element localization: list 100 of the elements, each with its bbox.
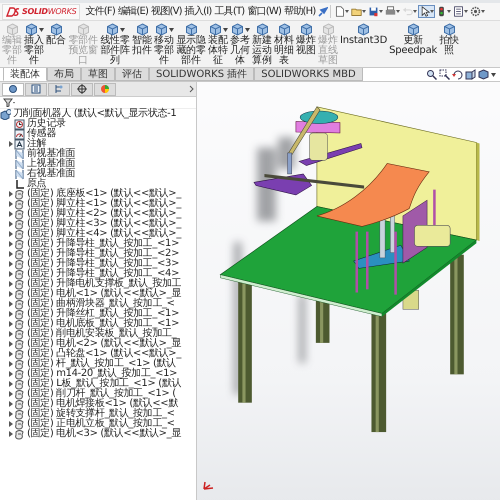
- expand-arrow-icon[interactable]: [8, 401, 12, 407]
- toolbar-button[interactable]: 显示隐藏的零部件: [176, 23, 206, 66]
- tree-item[interactable]: (固定) 脚立柱<4> (默认<<默认>_: [27, 229, 181, 239]
- tree-item[interactable]: (固定) 升降丝杠_默认_按加工_<1>: [27, 309, 180, 319]
- tree-item[interactable]: (固定) 电机<2> (默认<<默认>_显: [27, 339, 181, 349]
- expand-arrow-icon[interactable]: [8, 251, 12, 257]
- menu-item[interactable]: 工具(T): [213, 6, 246, 18]
- tree-item[interactable]: 传感器: [27, 129, 56, 139]
- tree-item[interactable]: (固定) 升降导柱_默认_按加工_<2>: [27, 249, 180, 259]
- menu-item[interactable]: 文件(F): [84, 6, 116, 18]
- toolbar-button[interactable]: 更新 Speedpak: [389, 23, 438, 56]
- new-document-button[interactable]: [333, 5, 350, 18]
- toolbar-button[interactable]: 材料明细表: [274, 23, 294, 66]
- toolbar-button[interactable]: 移动零部件: [154, 23, 174, 66]
- expand-arrow-icon[interactable]: [8, 221, 12, 227]
- expand-arrow-icon[interactable]: [8, 201, 12, 207]
- tree-item[interactable]: (固定) 曲柄滑块器_默认_按加工_<: [27, 299, 175, 309]
- tree-item[interactable]: (固定) 电机<3> (默认<<默认>_显: [27, 429, 181, 439]
- tree-item[interactable]: (固定) 电机<1> (默认<<默认>_显: [27, 289, 181, 299]
- tree-item[interactable]: (固定) 削刀杆_默认_按加工_<1> (: [27, 389, 176, 399]
- toolbar-button[interactable]: 装配体特征: [208, 23, 228, 66]
- expand-arrow-icon[interactable]: [8, 371, 12, 377]
- caret-icon[interactable]: [491, 72, 496, 76]
- expand-arrow-icon[interactable]: [8, 261, 12, 267]
- previous-view-icon[interactable]: [452, 69, 463, 80]
- tab[interactable]: 评估: [115, 68, 149, 81]
- expand-arrow-icon[interactable]: [8, 301, 12, 307]
- tree-item[interactable]: (固定) 底座板<1> (默认<<默认>_: [27, 189, 181, 199]
- pin-icon[interactable]: [316, 6, 328, 18]
- chevron-icon[interactable]: [188, 84, 196, 94]
- tree-item[interactable]: 上视基准面: [27, 159, 76, 169]
- toolbar-button[interactable]: 爆炸视图: [296, 23, 316, 56]
- expand-arrow-icon[interactable]: [8, 421, 12, 427]
- expand-arrow-icon[interactable]: [8, 341, 12, 347]
- tree-item[interactable]: (固定) 正电机立板_默认_按加工_<: [27, 419, 175, 429]
- tab[interactable]: SOLIDWORKS MBD: [254, 68, 363, 81]
- menu-item[interactable]: 视图(V): [150, 6, 183, 18]
- tree-item[interactable]: (固定) 凸轮盘<1> (默认<<默认>_: [27, 349, 181, 359]
- menu-item[interactable]: 帮助(H): [283, 6, 316, 18]
- expand-arrow-icon[interactable]: [8, 411, 12, 417]
- menu-item[interactable]: 插入(I): [184, 6, 212, 18]
- tab[interactable]: 草图: [81, 68, 115, 81]
- tree-item[interactable]: (固定) 升降导柱_默认_按加工_<1>: [27, 239, 180, 249]
- expand-arrow-icon[interactable]: [8, 291, 12, 297]
- tree-item[interactable]: (固定) 削电机安装板_默认_按加工_: [27, 329, 176, 339]
- expand-arrow-icon[interactable]: [8, 211, 12, 217]
- menu-item[interactable]: 编辑(E): [116, 6, 150, 18]
- toolbar-button[interactable]: 参考几何体: [230, 23, 250, 66]
- toolbar-button[interactable]: Instant3D: [340, 23, 388, 46]
- caret-icon[interactable]: [430, 10, 434, 13]
- zoom-area-icon[interactable]: [439, 69, 450, 80]
- caret-icon[interactable]: [222, 28, 228, 32]
- toolbar-button[interactable]: 拍快照: [439, 23, 460, 56]
- caret-icon[interactable]: [362, 10, 366, 13]
- tree-item[interactable]: 刀削面机器人 (默认<默认_显示状态-1: [13, 109, 176, 119]
- expand-arrow-icon[interactable]: [8, 321, 12, 327]
- tree-item[interactable]: (固定) 脚立柱<3> (默认<<默认>_: [27, 219, 181, 229]
- expand-arrow-icon[interactable]: [8, 191, 12, 197]
- toolbar-button[interactable]: 配合: [46, 23, 66, 46]
- toolbar-button[interactable]: 新建运动算例: [252, 23, 272, 66]
- expand-arrow-icon[interactable]: [8, 241, 12, 247]
- tree-item[interactable]: (固定) 升降导柱_默认_按加工_<3>: [27, 259, 180, 269]
- caret-icon[interactable]: [38, 28, 44, 32]
- expand-arrow-icon[interactable]: [8, 311, 12, 317]
- caret-icon[interactable]: [464, 10, 468, 13]
- expand-arrow-icon[interactable]: [8, 331, 12, 337]
- save-button[interactable]: [367, 5, 384, 18]
- settings-button[interactable]: [469, 5, 486, 18]
- toolbar-button[interactable]: 智能扣件: [132, 23, 152, 56]
- tree-item[interactable]: (固定) 电机底板_默认_按加工_<1>: [27, 319, 180, 329]
- tree-item[interactable]: 历史记录: [27, 119, 66, 129]
- caret-icon[interactable]: [345, 10, 350, 13]
- tree-item[interactable]: (固定) 杆_默认_按加工_<1> (默认: [27, 359, 176, 369]
- tree-item[interactable]: (固定) 升降电机支撑板_默认_按加工: [27, 279, 182, 289]
- expand-arrow-icon[interactable]: [8, 231, 12, 237]
- tree-item[interactable]: (固定) 脚立柱<2> (默认<<默认>_: [27, 209, 181, 219]
- tree-item[interactable]: (固定) 旋转支撑杆_默认_按加工_<: [27, 409, 175, 419]
- search-icon[interactable]: [426, 69, 437, 80]
- caret-icon[interactable]: [396, 10, 400, 13]
- caret-icon[interactable]: [447, 10, 452, 13]
- expand-arrow-icon[interactable]: [8, 271, 12, 277]
- caret-icon[interactable]: [120, 28, 124, 32]
- expand-arrow-icon[interactable]: [8, 431, 12, 437]
- expand-arrow-icon[interactable]: [8, 381, 12, 387]
- cursor-button[interactable]: [418, 5, 436, 18]
- panel-tab[interactable]: [2, 82, 24, 96]
- expand-arrow-icon[interactable]: [8, 351, 12, 357]
- caret-icon[interactable]: [168, 28, 174, 32]
- tree-item[interactable]: 前视基准面: [27, 149, 76, 159]
- tree-item[interactable]: (固定) 升降导柱_默认_按加工_<4>: [27, 269, 180, 279]
- tree-item[interactable]: 注解: [27, 139, 46, 149]
- expand-arrow-icon[interactable]: [8, 141, 12, 147]
- expand-arrow-icon[interactable]: [8, 281, 12, 287]
- tree-item[interactable]: (固定) m14-20_默认_按加工_<1>: [27, 369, 178, 379]
- expand-arrow-icon[interactable]: [8, 391, 12, 397]
- section-view-icon[interactable]: [465, 69, 476, 80]
- caret-icon[interactable]: [379, 10, 384, 13]
- tab[interactable]: SOLIDWORKS 插件: [149, 68, 254, 81]
- tree-item[interactable]: (固定) 脚立柱<1> (默认<<默认>_: [27, 199, 181, 209]
- tab[interactable]: 装配体: [3, 68, 47, 81]
